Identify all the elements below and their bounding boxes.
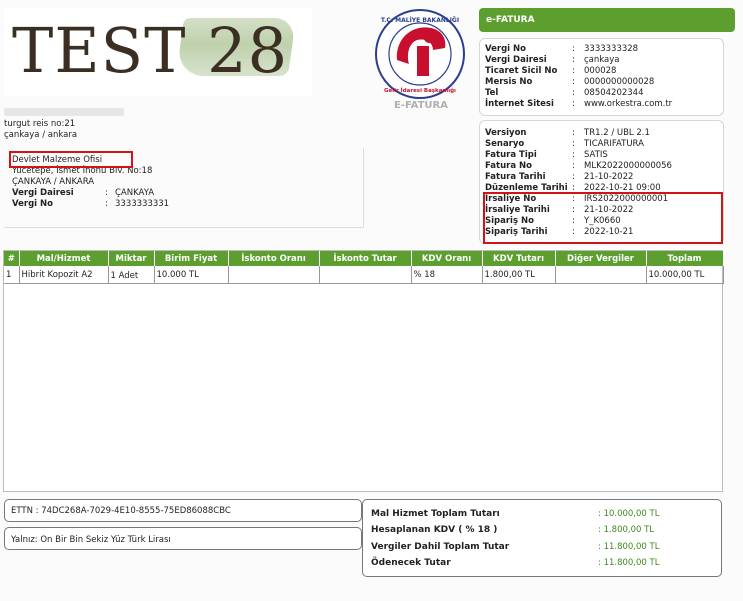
total-value: : 10.000,00 TL	[598, 509, 660, 519]
buyer-tax-office-label: Vergi Dairesi	[12, 188, 74, 198]
info-value: 3333333328	[584, 44, 639, 54]
separator: :	[105, 188, 108, 198]
buyer-tax-office: ÇANKAYA	[115, 188, 155, 198]
totals-box: Mal Hizmet Toplam Tutarı : 10.000,00 TL …	[362, 499, 722, 577]
total-value: : 1.800,00 TL	[598, 525, 655, 535]
column-header: Miktar	[108, 251, 155, 266]
items-table-container: # Mal/Hizmet Miktar Birim Fiyat İskonto …	[3, 250, 724, 492]
seller-info-row: Ticaret Sicil No:000028	[485, 66, 617, 76]
column-header: KDV Tutarı	[482, 251, 556, 266]
column-header: Diğer Vergiler	[555, 251, 647, 266]
svg-text:T.C. MALİYE BAKANLIĞI: T.C. MALİYE BAKANLIĞI	[381, 17, 459, 24]
table-cell: % 18	[411, 266, 483, 284]
column-header: İskonto Oranı	[228, 251, 320, 266]
gib-seal-icon: T.C. MALİYE BAKANLIĞI Gelir İdaresi Başk…	[373, 8, 467, 100]
svg-text:Gelir İdaresi Başkanlığı: Gelir İdaresi Başkanlığı	[384, 87, 456, 94]
info-label: Versiyon	[485, 128, 527, 138]
waybill-order-highlight	[483, 192, 723, 244]
column-header: Birim Fiyat	[154, 251, 229, 266]
column-header: #	[4, 251, 20, 266]
table-cell: 1	[4, 266, 20, 284]
column-header: KDV Oranı	[411, 251, 483, 266]
column-header: Mal/Hizmet	[19, 251, 109, 266]
table-cell: 1 Adet	[108, 266, 155, 284]
buyer-tax-no: 3333333331	[115, 199, 170, 209]
total-label: Mal Hizmet Toplam Tutarı	[371, 509, 500, 519]
info-value: SATIS	[584, 150, 608, 160]
info-value: 0000000000028	[584, 77, 655, 87]
amount-in-words-box: Yalnız: On Bir Bin Sekiz Yüz Türk Lirası	[4, 527, 362, 550]
info-value: MLK2022000000056	[584, 161, 672, 171]
sender-address-line-1: turgut reis no:21	[4, 119, 76, 129]
table-row: 1 Hibrit Kopozit A2 1 Adet 10.000 TL % 1…	[4, 266, 724, 284]
info-label: İnternet Sitesi	[485, 99, 554, 109]
ettn-text: ETTN : 74DC268A-7029-4E10-8555-75ED86088…	[11, 506, 231, 516]
buyer-city: ÇANKAYA / ANKARA	[12, 177, 95, 187]
seller-info-row: İnternet Sitesi: www.orkestra.com.tr	[485, 99, 673, 109]
separator: :	[105, 199, 108, 209]
info-label: Vergi No	[485, 44, 526, 54]
buyer-tax-no-row: Vergi No : 3333333331	[12, 199, 169, 210]
info-label: Mersis No	[485, 77, 533, 87]
sender-name-redacted	[4, 108, 124, 116]
info-label: Tel	[485, 88, 499, 98]
doc-info-row: Fatura Tipi: SATIS	[485, 150, 608, 160]
items-table: # Mal/Hizmet Miktar Birim Fiyat İskonto …	[4, 251, 724, 284]
total-value: : 11.800,00 TL	[598, 542, 660, 552]
info-label: Fatura Tarihi	[485, 172, 546, 182]
info-label: Fatura No	[485, 161, 532, 171]
ettn-box: ETTN : 74DC268A-7029-4E10-8555-75ED86088…	[4, 499, 362, 522]
table-cell: 10.000 TL	[154, 266, 229, 284]
info-label: Vergi Dairesi	[485, 55, 547, 65]
buyer-tax-office-row: Vergi Dairesi : ÇANKAYA	[12, 188, 169, 199]
column-header: İskonto Tutar	[319, 251, 412, 266]
info-value: 000028	[584, 66, 617, 76]
table-cell: 10.000,00 TL	[646, 266, 724, 284]
efatura-header-bar: e-FATURA	[479, 8, 735, 32]
seller-info-row: Tel:08504202344	[485, 88, 644, 98]
info-label: Fatura Tipi	[485, 150, 537, 160]
logo-text: TEST 28	[12, 14, 289, 87]
info-value: www.orkestra.com.tr	[584, 99, 673, 109]
seller-info-list: Vergi No:3333333328 Vergi Dairesi: çankay…	[485, 44, 672, 110]
sender-address: turgut reis no:21 çankaya / ankara	[4, 119, 77, 141]
doc-info-row: Versiyon: TR1.2 / UBL 2.1	[485, 128, 650, 138]
table-cell: Hibrit Kopozit A2	[19, 266, 109, 284]
table-cell	[555, 266, 647, 284]
table-cell: 1.800,00 TL	[482, 266, 556, 284]
info-value: TICARIFATURA	[584, 139, 644, 149]
info-label: Ticaret Sicil No	[485, 66, 558, 76]
info-value: 08504202344	[584, 88, 644, 98]
total-value: : 11.800,00 TL	[598, 558, 660, 568]
company-logo: TEST 28	[4, 8, 312, 96]
doc-info-row: Fatura Tarihi:21-10-2022	[485, 172, 634, 182]
buyer-name-highlight	[9, 151, 133, 168]
info-label: Senaryo	[485, 139, 525, 149]
seller-info-row: Vergi No:3333333328	[485, 44, 639, 54]
seller-info-row: Mersis No:0000000000028	[485, 77, 655, 87]
info-value: 21-10-2022	[584, 172, 634, 182]
column-header: Toplam	[646, 251, 724, 266]
total-label: Vergiler Dahil Toplam Tutar	[371, 542, 510, 552]
table-cell	[228, 266, 320, 284]
doc-info-row: Fatura No: MLK2022000000056	[485, 161, 672, 171]
sender-address-line-2: çankaya / ankara	[4, 130, 78, 140]
seller-info-row: Vergi Dairesi: çankaya	[485, 55, 620, 65]
amount-in-words: Yalnız: On Bir Bin Sekiz Yüz Türk Lirası	[11, 535, 171, 545]
table-header-row: # Mal/Hizmet Miktar Birim Fiyat İskonto …	[4, 251, 724, 266]
total-label: Hesaplanan KDV ( % 18 )	[371, 525, 498, 535]
table-cell	[319, 266, 412, 284]
total-label: Ödenecek Tutar	[371, 558, 451, 568]
info-value: TR1.2 / UBL 2.1	[584, 128, 650, 138]
buyer-tax-no-label: Vergi No	[12, 199, 53, 209]
doc-info-row: Senaryo: TICARIFATURA	[485, 139, 644, 149]
efatura-caption: E-FATURA	[393, 100, 448, 111]
info-value: çankaya	[584, 55, 620, 65]
seller-info-box: Vergi No:3333333328 Vergi Dairesi: çankay…	[479, 38, 724, 116]
